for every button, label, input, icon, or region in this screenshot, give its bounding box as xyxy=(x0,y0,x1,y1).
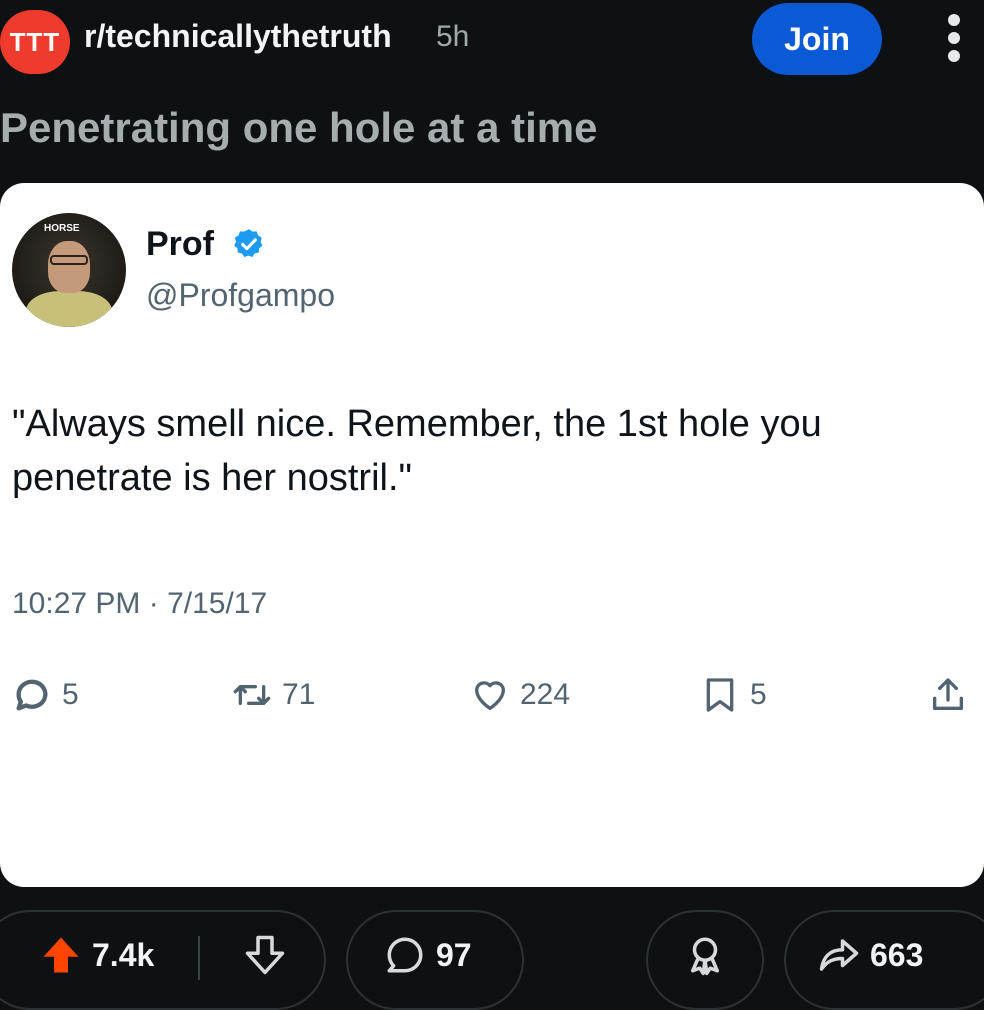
award-icon xyxy=(691,937,719,976)
subreddit-name[interactable]: r/technicallythetruth xyxy=(84,18,392,55)
tweet-share xyxy=(928,673,968,717)
comment-bubble-icon xyxy=(387,937,423,973)
share-count: 663 xyxy=(870,936,924,973)
reply-count: 5 xyxy=(62,678,79,711)
post-age: 5h xyxy=(436,20,470,53)
tweet-like: 224 xyxy=(470,673,570,717)
upvote-arrow-icon xyxy=(43,937,79,973)
tweet-reply: 5 xyxy=(12,673,79,717)
tweet-bookmark: 5 xyxy=(700,673,767,717)
share-content: 663 xyxy=(818,934,923,976)
comments-content: 97 xyxy=(384,934,472,976)
join-button[interactable]: Join xyxy=(752,3,882,75)
share-button[interactable]: 663 xyxy=(784,910,984,1010)
post-header: TTT r/technicallythetruth 5h Join xyxy=(0,0,984,84)
tweet-screenshot[interactable]: HORSE Prof @Profgampo "Always smell nice… xyxy=(0,183,984,887)
comment-count: 97 xyxy=(436,936,472,973)
vote-pill: 7.4k xyxy=(0,910,326,1010)
downvote-arrow-icon xyxy=(245,935,285,975)
bookmark-icon xyxy=(706,678,734,712)
award-content xyxy=(684,934,726,976)
retweet-icon xyxy=(233,685,271,705)
heart-icon xyxy=(475,681,505,710)
tweet-retweet: 71 xyxy=(232,673,315,717)
reply-icon xyxy=(16,679,48,711)
post-action-bar: 7.4k 97 663 xyxy=(0,910,984,1010)
retweet-count: 71 xyxy=(282,678,316,711)
tweet-avatar: HORSE xyxy=(12,213,126,327)
upvote-button[interactable]: 7.4k xyxy=(40,934,154,976)
tweet-handle: @Profgampo xyxy=(146,277,336,313)
award-button[interactable] xyxy=(646,910,764,1010)
vote-divider xyxy=(198,936,200,980)
tweet-text: "Always smell nice. Remember, the 1st ho… xyxy=(12,403,822,499)
downvote-button[interactable] xyxy=(244,934,286,976)
avatar-label: HORSE xyxy=(44,223,80,234)
share-arrow-icon xyxy=(819,939,859,971)
tweet-timestamp: 10:27 PM · 7/15/17 xyxy=(12,587,268,620)
like-count: 224 xyxy=(520,678,571,711)
post-title[interactable]: Penetrating one hole at a time xyxy=(0,104,597,152)
share-upload-icon xyxy=(933,678,963,710)
more-options-icon[interactable] xyxy=(944,14,964,70)
vote-count: 7.4k xyxy=(92,936,155,973)
comments-button[interactable]: 97 xyxy=(346,910,524,1010)
verified-badge-icon xyxy=(234,229,263,258)
subreddit-icon[interactable]: TTT xyxy=(0,10,70,74)
tweet-author-name: Prof xyxy=(146,225,214,263)
bookmark-count: 5 xyxy=(750,678,767,711)
